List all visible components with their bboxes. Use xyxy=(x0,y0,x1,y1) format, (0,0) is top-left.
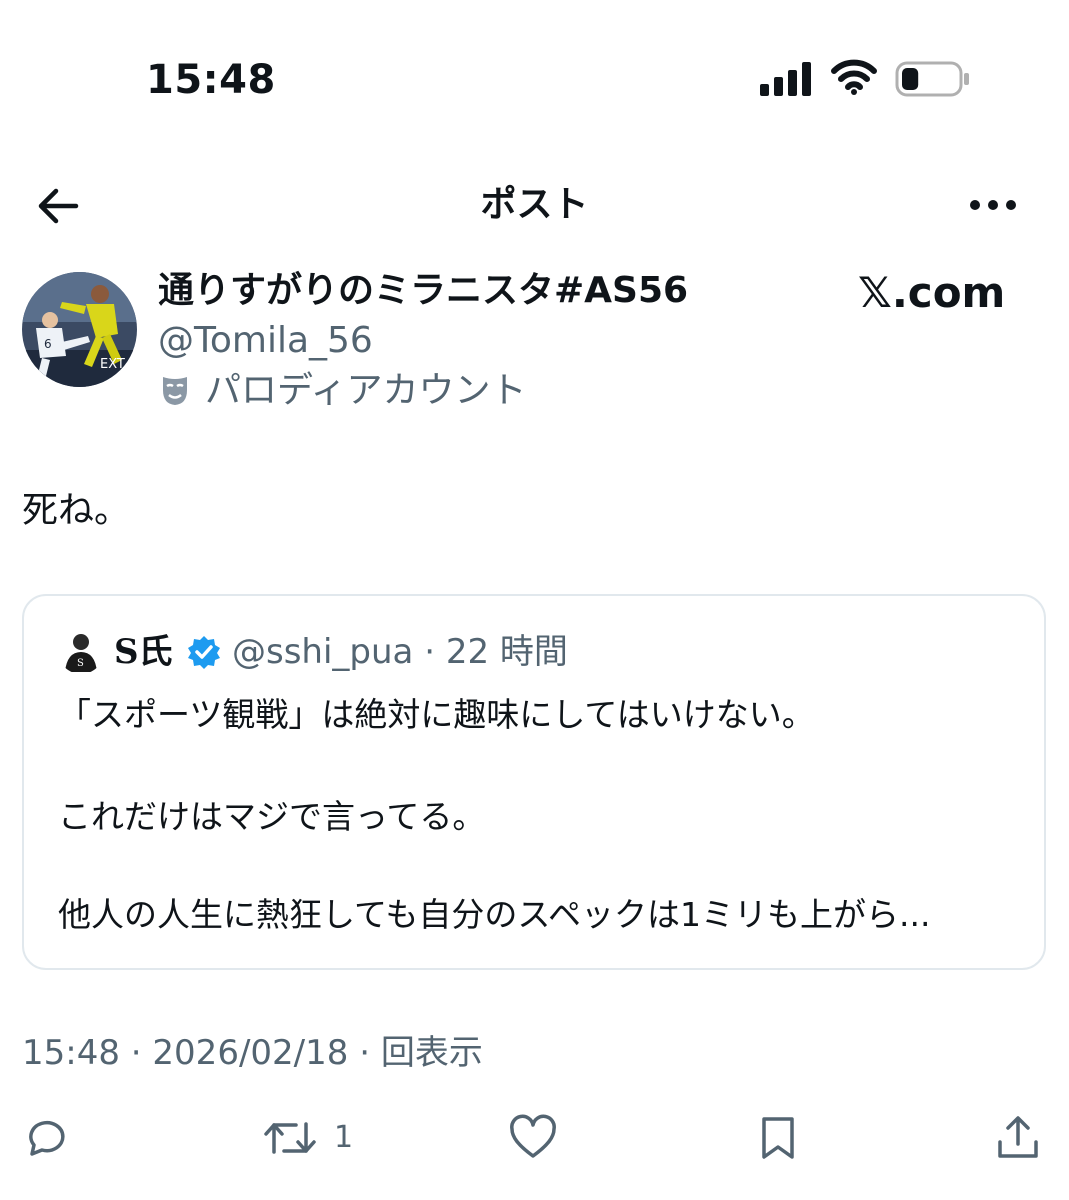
svg-text:6: 6 xyxy=(44,337,52,351)
svg-text:S: S xyxy=(77,658,84,669)
quoted-text-line: これだけはマジで言ってる。 xyxy=(58,797,486,836)
quoted-text-line: 他人の人生に熱狂しても自分のスペックは1ミリも上がら... xyxy=(58,895,931,934)
post-timestamp: 15:48 · 2026/02/18 · 回表示 xyxy=(22,1030,483,1076)
share-icon[interactable] xyxy=(994,1114,1042,1162)
quoted-handle[interactable]: @sshi_pua xyxy=(232,632,413,672)
post-text: 死ね。 xyxy=(22,490,131,531)
author-display-name[interactable]: 通りすがりのミラニスタ#AS56 xyxy=(158,268,688,314)
status-time: 15:48 xyxy=(146,57,276,103)
meta-separator: · xyxy=(413,632,446,672)
x-logo-watermark: 𝕏.com xyxy=(858,268,1006,317)
battery-icon xyxy=(895,61,969,97)
more-horizontal-icon[interactable] xyxy=(966,188,1020,222)
author-handle[interactable]: @Tomila_56 xyxy=(158,318,373,364)
quoted-text-line: 「スポーツ観戦」は絶対に趣味にしてはいけない。 xyxy=(58,695,815,734)
quoted-author-avatar[interactable]: S xyxy=(58,628,104,674)
quoted-author-name[interactable]: S氏 xyxy=(114,630,173,674)
retweet-count: 1 xyxy=(334,1120,354,1155)
quoted-age: 22 時間 xyxy=(445,632,568,672)
like-heart-icon[interactable] xyxy=(508,1114,558,1162)
svg-text:EXT: EXT xyxy=(100,357,125,372)
meta-separator: · xyxy=(348,1033,381,1073)
avatar[interactable]: 6 EXT xyxy=(22,272,137,387)
reply-icon[interactable] xyxy=(22,1114,70,1162)
quoted-meta: @sshi_pua · 22 時間 xyxy=(232,630,568,674)
verified-badge-icon xyxy=(188,636,220,669)
parody-mask-icon xyxy=(163,377,187,405)
wifi-icon xyxy=(831,59,877,95)
view-count-label[interactable]: 回表示 xyxy=(381,1033,483,1073)
retweet-icon[interactable] xyxy=(262,1114,318,1162)
post-time: 15:48 xyxy=(22,1033,120,1073)
meta-separator: · xyxy=(119,1033,153,1073)
post-date: 2026/02/18 xyxy=(152,1033,349,1073)
cellular-signal-icon xyxy=(760,62,811,96)
page-title: ポスト xyxy=(480,184,589,225)
bookmark-icon[interactable] xyxy=(754,1114,802,1162)
parody-account-label: パロディアカウント xyxy=(205,370,527,411)
